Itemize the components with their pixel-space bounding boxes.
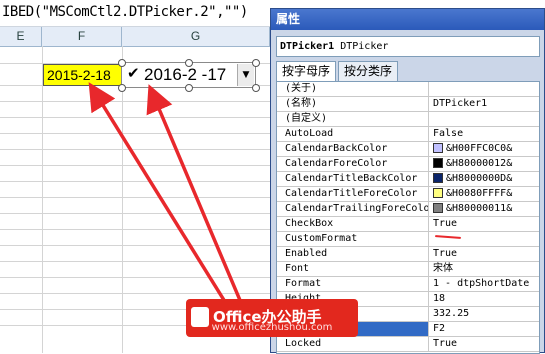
arrow-to-cell <box>88 82 229 306</box>
brand-url: www.officezhushou.com <box>211 322 333 333</box>
arrow-to-picker <box>146 84 244 306</box>
brand-watermark: Office办公助手 www.officezhushou.com <box>186 299 358 337</box>
